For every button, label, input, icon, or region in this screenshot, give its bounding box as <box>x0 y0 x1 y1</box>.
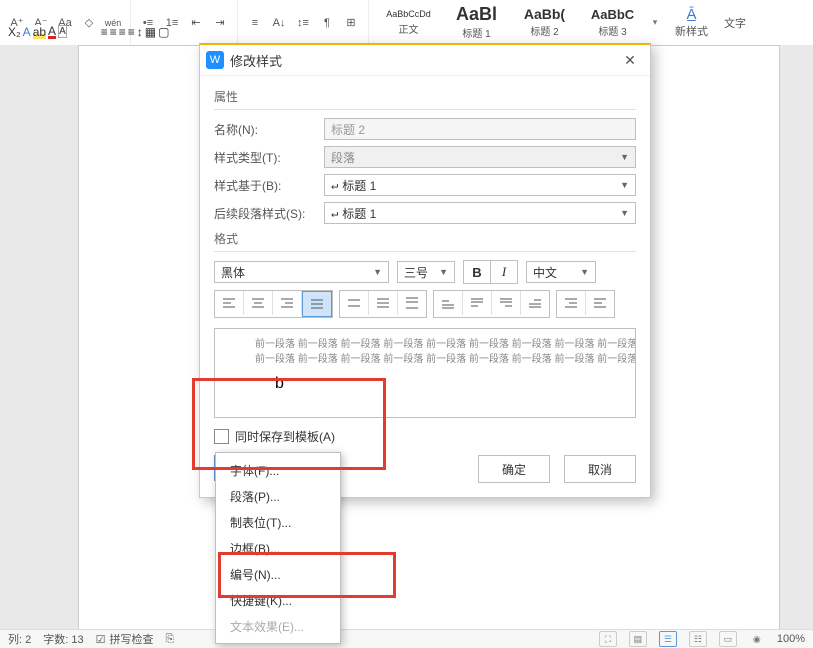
menu-font[interactable]: 字体(F)... <box>216 457 340 483</box>
menu-border[interactable]: 边框(B)... <box>216 535 340 561</box>
marks-icon[interactable]: ¶ <box>316 12 338 34</box>
style-item-normal[interactable]: AaBbCcDd 正文 <box>375 2 442 44</box>
chevron-down-icon: ▼ <box>373 267 382 277</box>
section-format-label: 格式 <box>214 230 636 247</box>
shading-icon[interactable]: ▦ <box>145 25 156 39</box>
chevron-down-icon: ▼ <box>620 180 629 190</box>
spacing-1-button[interactable] <box>340 291 369 315</box>
type-label: 样式类型(T): <box>214 149 324 166</box>
style-gallery-more[interactable]: ▾ <box>647 2 663 44</box>
new-style-button[interactable]: Ā̲ 新样式 <box>664 6 719 39</box>
status-bar: 列: 2 字数: 13 ☑ 拼写检查 ⎘ ⛶ ▤ ☰ ☷ ▭ ◉ 100% <box>0 629 813 648</box>
menu-numbering[interactable]: 编号(N)... <box>216 561 340 587</box>
para-before-inc-button[interactable] <box>434 291 463 315</box>
style-gallery: AaBbCcDd 正文 AaBl 标题 1 AaBb( 标题 2 AaBbC 标… <box>369 0 750 45</box>
size-combo[interactable]: 三号▼ <box>397 261 455 283</box>
tab-icon[interactable]: ⊞ <box>340 12 362 34</box>
view-fullscreen-icon[interactable]: ⛶ <box>599 631 617 647</box>
font-color-icon[interactable]: A <box>23 25 31 39</box>
para-segment2: ≡ A↓ ↕≡ ¶ ⊞ <box>238 0 369 45</box>
style-item-h3[interactable]: AaBbC 标题 3 <box>579 2 646 44</box>
menu-tabs[interactable]: 制表位(T)... <box>216 509 340 535</box>
section-props-label: 属性 <box>214 88 636 105</box>
indent-dec-button[interactable] <box>586 291 614 315</box>
chevron-down-icon: ▼ <box>620 152 629 162</box>
menu-paragraph[interactable]: 段落(P)... <box>216 483 340 509</box>
align-left-icon[interactable]: ≡ <box>101 25 108 39</box>
char-border-icon[interactable]: A <box>58 25 67 38</box>
base-label: 样式基于(B): <box>214 177 324 194</box>
view-print-icon[interactable]: ☰ <box>659 631 677 647</box>
chevron-down-icon: ▼ <box>620 208 629 218</box>
menu-text-effect: 文本效果(E)... <box>216 613 340 639</box>
status-word-count[interactable]: 字数: 13 <box>43 631 83 647</box>
type-combo: 段落▼ <box>324 146 636 168</box>
lang-combo[interactable]: 中文▼ <box>526 261 596 283</box>
indent-dec-icon[interactable]: ⇤ <box>185 12 207 34</box>
font-combo[interactable]: 黑体▼ <box>214 261 389 283</box>
highlight-icon[interactable]: ab <box>33 25 46 39</box>
zoom-level[interactable]: 100% <box>777 633 805 645</box>
bold-button[interactable]: B <box>464 261 491 283</box>
preview-sample: b <box>275 375 621 393</box>
align-right-button[interactable] <box>273 291 302 315</box>
align-center-icon[interactable]: ≡ <box>110 25 117 39</box>
name-field[interactable] <box>324 118 636 140</box>
view-read-icon[interactable]: ▤ <box>629 631 647 647</box>
font-color2-icon[interactable]: A <box>48 24 56 39</box>
follow-label: 后续段落样式(S): <box>214 205 324 222</box>
para-after-inc-button[interactable] <box>492 291 521 315</box>
format-dropdown-menu: 字体(F)... 段落(P)... 制表位(T)... 边框(B)... 编号(… <box>215 452 341 644</box>
indent-inc-button[interactable] <box>557 291 586 315</box>
close-button[interactable]: ✕ <box>616 49 644 71</box>
style-item-h1[interactable]: AaBl 标题 1 <box>443 2 510 44</box>
sort-icon[interactable]: A↓ <box>268 12 290 34</box>
style-item-h2[interactable]: AaBb( 标题 2 <box>511 2 578 44</box>
line-spacing-icon[interactable]: ↕≡ <box>292 12 314 34</box>
subscript-icon[interactable]: X₂ <box>8 25 21 39</box>
cancel-button[interactable]: 取消 <box>564 455 636 483</box>
new-style-icon: Ā̲ <box>686 6 696 23</box>
ok-button[interactable]: 确定 <box>478 455 550 483</box>
modify-style-dialog: W 修改样式 ✕ 属性 名称(N): 样式类型(T): 段落▼ 样式基于(B):… <box>199 43 651 498</box>
bold-italic-group: B I <box>463 260 518 284</box>
chevron-down-icon: ▼ <box>439 267 448 277</box>
spacing-2-button[interactable] <box>398 291 426 315</box>
save-template-checkbox[interactable] <box>214 429 229 444</box>
italic-button[interactable]: I <box>491 261 517 283</box>
menu-shortcut[interactable]: 快捷键(K)... <box>216 587 340 613</box>
para-before-dec-button[interactable] <box>463 291 492 315</box>
ribbon-row2: X₂ A ab A A ≡ ≡ ≡ ≡ ↕ ▦ ▢ <box>0 24 177 39</box>
save-template-label: 同时保存到模板(A) <box>235 428 335 445</box>
dialog-titlebar: W 修改样式 ✕ <box>200 45 650 76</box>
app-icon: W <box>206 51 224 69</box>
name-label: 名称(N): <box>214 121 324 138</box>
eye-mode-icon[interactable]: ◉ <box>749 632 765 646</box>
base-combo[interactable]: ↵标题 1▼ <box>324 174 636 196</box>
spell-check-icon: ☑ <box>96 633 106 646</box>
chevron-down-icon: ▼ <box>580 267 589 277</box>
borders-icon[interactable]: ▢ <box>158 25 169 39</box>
align-dist-icon[interactable]: ≡ <box>244 12 266 34</box>
spacing-1-5-button[interactable] <box>369 291 398 315</box>
view-web-icon[interactable]: ▭ <box>719 631 737 647</box>
para-after-dec-button[interactable] <box>521 291 549 315</box>
spell-check-toggle[interactable]: ☑ 拼写检查 <box>96 631 154 647</box>
indent-inc-icon[interactable]: ⇥ <box>209 12 231 34</box>
align-justify-icon[interactable]: ≡ <box>128 25 135 39</box>
ribbon: A⁺ A⁻ Aa ◇ wén •≡ 1≡ ⇤ ⇥ ≡ A↓ ↕≡ ¶ ⊞ AaB… <box>0 0 813 46</box>
preview-box: 前一段落 前一段落 前一段落 前一段落 前一段落 前一段落 前一段落 前一段落 … <box>214 328 636 418</box>
align-justify-button[interactable] <box>302 291 332 317</box>
align-left-button[interactable] <box>215 291 244 315</box>
dialog-title: 修改样式 <box>230 51 616 70</box>
doc-check-icon[interactable]: ⎘ <box>165 633 174 646</box>
status-col: 列: 2 <box>8 631 31 647</box>
line-space-icon[interactable]: ↕ <box>137 25 143 39</box>
view-outline-icon[interactable]: ☷ <box>689 631 707 647</box>
follow-combo[interactable]: ↵标题 1▼ <box>324 202 636 224</box>
text-style-button[interactable]: 文字 <box>720 15 750 31</box>
align-right-icon[interactable]: ≡ <box>119 25 126 39</box>
align-center-button[interactable] <box>244 291 273 315</box>
